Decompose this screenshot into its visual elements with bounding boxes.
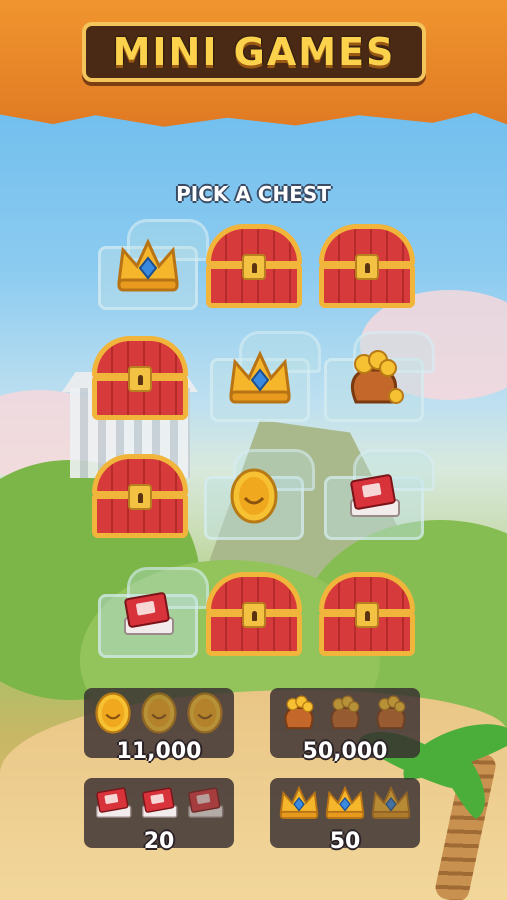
card-stack-icon xyxy=(96,568,200,660)
reward-amount: 11,000 xyxy=(116,739,202,764)
title-plate: MINI GAMES xyxy=(82,22,426,82)
coin-bag-icon xyxy=(322,332,426,424)
reward-cards: 20 xyxy=(84,778,234,854)
chest-slot-12[interactable] xyxy=(315,568,419,660)
reward-amount: 50,000 xyxy=(302,739,388,764)
chest-slot-5 xyxy=(208,331,321,424)
chest-slot-4[interactable] xyxy=(88,332,192,424)
coin-icon xyxy=(141,692,177,734)
coin-bag-icon xyxy=(376,695,406,729)
closed-chest-icon[interactable] xyxy=(92,336,188,420)
closed-chest-icon[interactable] xyxy=(319,224,415,308)
reward-crowns: 50 xyxy=(270,778,420,854)
crown-icon xyxy=(325,785,365,820)
chest-slot-10 xyxy=(96,567,209,660)
coin-icon xyxy=(95,692,131,734)
card-stack-icon xyxy=(187,787,224,818)
crown-icon xyxy=(208,332,312,424)
reward-amount: 50 xyxy=(329,829,361,854)
chest-slot-7[interactable] xyxy=(88,450,192,542)
crown-icon xyxy=(279,785,319,820)
chest-slot-6 xyxy=(322,331,435,424)
reward-coins: 11,000 xyxy=(84,688,234,764)
page-title: MINI GAMES xyxy=(112,30,396,74)
closed-chest-icon[interactable] xyxy=(206,572,302,656)
coin-bag-icon xyxy=(284,695,314,729)
card-stack-icon xyxy=(95,787,132,818)
reward-amount: 20 xyxy=(143,829,175,854)
reward-coin-bags: 50,000 xyxy=(270,688,420,764)
card-stack-icon xyxy=(141,787,178,818)
coin-icon xyxy=(187,692,223,734)
card-stack-icon xyxy=(322,450,426,542)
closed-chest-icon[interactable] xyxy=(319,572,415,656)
chest-slot-1 xyxy=(96,219,209,312)
closed-chest-icon[interactable] xyxy=(92,454,188,538)
chest-slot-2[interactable] xyxy=(202,220,306,312)
chest-slot-9 xyxy=(322,449,435,542)
coin-icon xyxy=(202,450,306,542)
coin-bag-icon xyxy=(330,695,360,729)
crown-icon xyxy=(371,785,411,820)
closed-chest-icon[interactable] xyxy=(206,224,302,308)
pick-chest-prompt: PICK A CHEST xyxy=(176,182,331,206)
chest-slot-11[interactable] xyxy=(202,568,306,660)
chest-slot-3[interactable] xyxy=(315,220,419,312)
chest-slot-8 xyxy=(202,449,315,542)
crown-icon xyxy=(96,220,200,312)
